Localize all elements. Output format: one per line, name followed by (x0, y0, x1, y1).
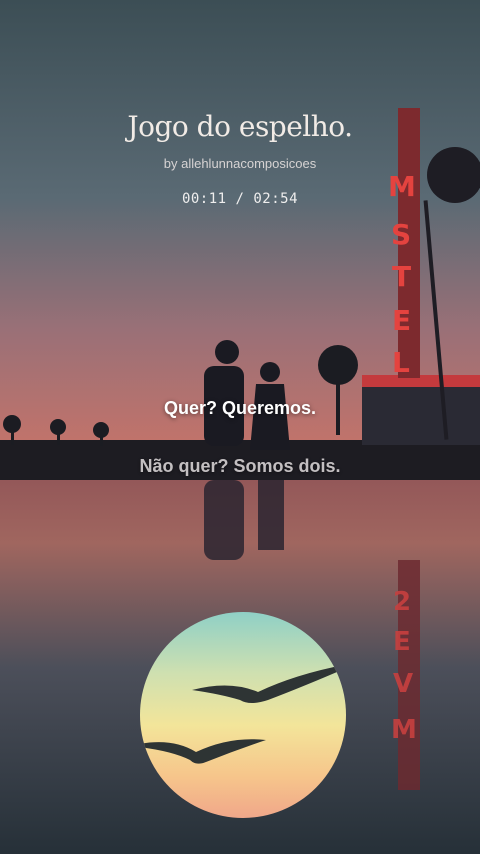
svg-text:E: E (392, 304, 411, 337)
seagulls-sunset-artwork-icon[interactable] (140, 612, 346, 818)
seagull-icon (140, 664, 346, 764)
svg-text:E: E (393, 627, 411, 657)
song-artist: by allehlunnacomposicoes (163, 156, 317, 171)
song-title: Jogo do espelho. (127, 110, 353, 143)
current-lyric-line: Quer? Queremos. (163, 398, 317, 418)
svg-text:L: L (392, 346, 410, 379)
svg-text:V: V (393, 669, 413, 699)
svg-text:2: 2 (393, 587, 411, 617)
svg-text:T: T (392, 260, 411, 293)
playback-time: 00:11 / 02:54 (181, 191, 299, 207)
svg-text:M: M (391, 715, 417, 745)
svg-text:S: S (391, 218, 411, 251)
next-lyric-line: Não quer? Somos dois. (139, 456, 341, 476)
